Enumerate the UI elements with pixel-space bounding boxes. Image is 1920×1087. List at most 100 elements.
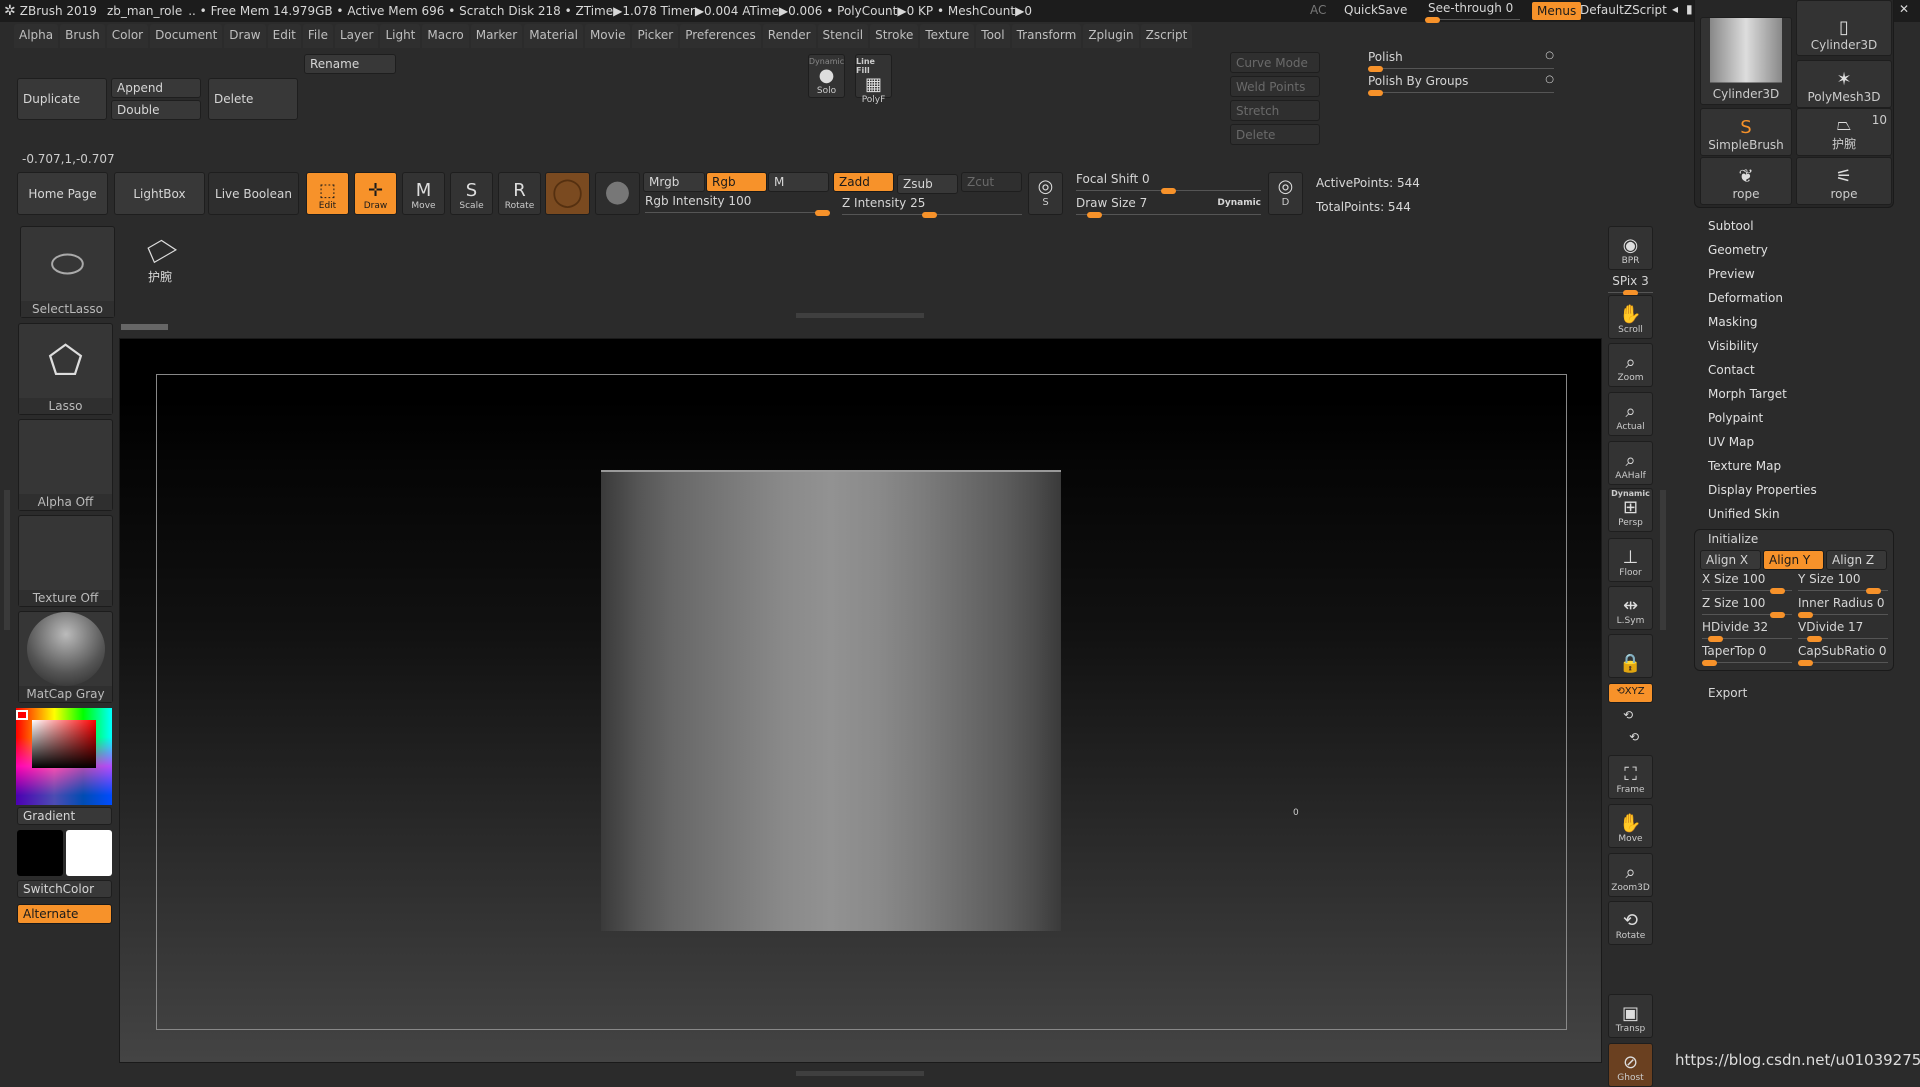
tool-cylinder3d-0[interactable]: ▯ Cylinder3D bbox=[1796, 0, 1892, 56]
rotate-z-icon[interactable]: ⟲ bbox=[1629, 730, 1639, 744]
menu-file[interactable]: File bbox=[302, 24, 333, 48]
append-button[interactable]: Append bbox=[111, 78, 201, 98]
current-brush-thumb[interactable]: ⏢ 护腕 bbox=[130, 222, 190, 306]
left-scroll-handle[interactable] bbox=[4, 490, 10, 630]
topology-curve-mode-button[interactable]: Curve Mode bbox=[1230, 52, 1320, 73]
tool-menu-deformation[interactable]: Deformation bbox=[1708, 291, 1783, 305]
tool-menu-contact[interactable]: Contact bbox=[1708, 363, 1755, 377]
home-page-button[interactable]: Home Page bbox=[17, 172, 108, 215]
close-icon[interactable]: ✕ bbox=[1899, 2, 1909, 16]
menu-light[interactable]: Light bbox=[380, 24, 421, 48]
align-x-button[interactable]: Align X bbox=[1700, 550, 1761, 570]
menu-texture[interactable]: Texture bbox=[920, 24, 975, 48]
initialize-title[interactable]: Initialize bbox=[1708, 532, 1758, 546]
init-slider-z[interactable]: Z Size 100 bbox=[1702, 596, 1792, 618]
zadd-button[interactable]: Zadd bbox=[833, 172, 894, 192]
init-slider-hdivide[interactable]: HDivide 32 bbox=[1702, 620, 1792, 642]
init-slider-capsubratio[interactable]: CapSubRatio 0 bbox=[1798, 644, 1888, 666]
delete-button[interactable]: Delete bbox=[208, 78, 298, 120]
tool-menu-unified-skin[interactable]: Unified Skin bbox=[1708, 507, 1780, 521]
rotate-mode-button[interactable]: R Rotate bbox=[498, 172, 541, 215]
shelf-transp-button[interactable]: ▣ Transp bbox=[1608, 994, 1653, 1038]
menu-stencil[interactable]: Stencil bbox=[817, 24, 869, 48]
topology-weld-points-button[interactable]: Weld Points bbox=[1230, 76, 1320, 97]
menu-zscript[interactable]: Zscript bbox=[1140, 24, 1193, 48]
stroke-selectlasso[interactable]: ⬭ SelectLasso bbox=[20, 226, 115, 318]
quicksave-button[interactable]: QuickSave bbox=[1344, 3, 1407, 17]
shelf-persp-button[interactable]: Dynamic ⊞ Persp bbox=[1608, 488, 1653, 532]
menu-transform[interactable]: Transform bbox=[1011, 24, 1082, 48]
tool-menu-uv-map[interactable]: UV Map bbox=[1708, 435, 1754, 449]
cylinder-mesh[interactable] bbox=[601, 470, 1061, 931]
brush-lasso[interactable]: ⬠ Lasso bbox=[18, 323, 113, 415]
material-selector[interactable]: MatCap Gray bbox=[18, 611, 113, 703]
m-button[interactable]: M bbox=[768, 172, 829, 192]
menu-zplugin[interactable]: Zplugin bbox=[1083, 24, 1139, 48]
top-shelf-handle[interactable] bbox=[796, 313, 924, 318]
saturation-box[interactable] bbox=[32, 720, 96, 768]
move-mode-button[interactable]: M Move bbox=[402, 172, 445, 215]
topology-delete-button[interactable]: Delete bbox=[1230, 124, 1320, 145]
shelf-frame-button[interactable]: ⛶ Frame bbox=[1608, 755, 1653, 799]
tool-menu-polypaint[interactable]: Polypaint bbox=[1708, 411, 1763, 425]
shelf-ghost-button[interactable]: ⊘ Ghost bbox=[1608, 1043, 1653, 1087]
tool-cylinder3d-1[interactable]: Cylinder3D bbox=[1700, 17, 1792, 105]
init-slider-tapertop[interactable]: TaperTop 0 bbox=[1702, 644, 1792, 666]
tool-menu-masking[interactable]: Masking bbox=[1708, 315, 1757, 329]
alternate-button[interactable]: Alternate bbox=[17, 904, 112, 924]
shelf-rotate-button[interactable]: ⟲ Rotate bbox=[1608, 901, 1653, 945]
polish-slider-1[interactable]: Polish By Groups ○ bbox=[1368, 74, 1554, 96]
shelf-zoom3d-button[interactable]: ⌕ Zoom3D bbox=[1608, 853, 1653, 897]
d-brush-button[interactable]: ◎ D bbox=[1268, 172, 1303, 215]
polyf-button[interactable]: Line Fill ▦ PolyF bbox=[855, 54, 892, 105]
polish-dot-icon[interactable]: ○ bbox=[1545, 74, 1554, 85]
default-zscript[interactable]: DefaultZScript bbox=[1580, 3, 1667, 17]
tool-polymesh3d-2[interactable]: ✶ PolyMesh3D bbox=[1796, 60, 1892, 108]
export-item[interactable]: Export bbox=[1708, 686, 1747, 700]
menus-button[interactable]: Menus bbox=[1531, 1, 1583, 21]
menu-tool[interactable]: Tool bbox=[976, 24, 1010, 48]
menu-alpha[interactable]: Alpha bbox=[14, 24, 59, 48]
init-slider-x[interactable]: X Size 100 bbox=[1702, 572, 1792, 594]
tool-menu-morph-target[interactable]: Morph Target bbox=[1708, 387, 1787, 401]
menu-marker[interactable]: Marker bbox=[470, 24, 523, 48]
align-y-button[interactable]: Align Y bbox=[1763, 550, 1824, 570]
see-through-slider[interactable]: See-through 0 bbox=[1425, 1, 1520, 23]
menu-edit[interactable]: Edit bbox=[267, 24, 301, 48]
menu-layer[interactable]: Layer bbox=[334, 24, 379, 48]
rotate-xyz-button[interactable]: ⟲ XYZ bbox=[1608, 683, 1653, 703]
focal-shift-slider[interactable]: Focal Shift 0 bbox=[1076, 172, 1261, 194]
draw-mode-button[interactable]: ✛ Draw bbox=[354, 172, 397, 215]
menu-document[interactable]: Document bbox=[150, 24, 223, 48]
shelf-l.sym-button[interactable]: ⇹ L.Sym bbox=[1608, 586, 1653, 630]
switchcolor-button[interactable]: SwitchColor bbox=[17, 880, 112, 898]
zsub-button[interactable]: Zsub bbox=[897, 174, 958, 194]
menu-picker[interactable]: Picker bbox=[632, 24, 679, 48]
sphere-brush-button[interactable]: ● bbox=[595, 172, 640, 215]
init-slider-vdivide[interactable]: VDivide 17 bbox=[1798, 620, 1888, 642]
double-button[interactable]: Double bbox=[111, 100, 201, 120]
menu-material[interactable]: Material bbox=[524, 24, 583, 48]
tool-menu-texture-map[interactable]: Texture Map bbox=[1708, 459, 1781, 473]
topology-stretch-button[interactable]: Stretch bbox=[1230, 100, 1320, 121]
shelf-aahalf-button[interactable]: ⌕ AAHalf bbox=[1608, 441, 1653, 485]
rgb-button[interactable]: Rgb bbox=[706, 172, 767, 192]
init-slider-inner[interactable]: Inner Radius 0 bbox=[1798, 596, 1888, 618]
alpha-selector[interactable]: Alpha Off bbox=[18, 419, 113, 511]
tool-rope-5[interactable]: ❦ rope bbox=[1700, 157, 1792, 205]
material-button[interactable]: ◯ bbox=[545, 172, 590, 215]
menu-stroke[interactable]: Stroke bbox=[870, 24, 919, 48]
edit-mode-button[interactable]: ⬚ Edit bbox=[306, 172, 349, 215]
tool-menu-geometry[interactable]: Geometry bbox=[1708, 243, 1768, 257]
menu-preferences[interactable]: Preferences bbox=[680, 24, 761, 48]
tool-menu-visibility[interactable]: Visibility bbox=[1708, 339, 1758, 353]
shelf-floor-button[interactable]: ⊥ Floor bbox=[1608, 538, 1653, 582]
tool-menu-preview[interactable]: Preview bbox=[1708, 267, 1755, 281]
live-boolean-button[interactable]: Live Boolean bbox=[208, 172, 299, 215]
secondary-color-swatch[interactable] bbox=[66, 830, 112, 876]
rotate-y-icon[interactable]: ⟲ bbox=[1623, 708, 1633, 722]
shelf-actual-button[interactable]: ⌕ Actual bbox=[1608, 392, 1653, 436]
mrgb-button[interactable]: Mrgb bbox=[643, 172, 705, 192]
menu-color[interactable]: Color bbox=[106, 24, 149, 48]
tool-rope-6[interactable]: ⚟ rope bbox=[1796, 157, 1892, 205]
